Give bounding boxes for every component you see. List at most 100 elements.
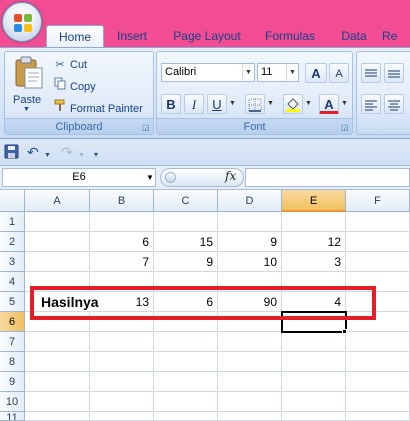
format-painter-button[interactable]: Format Painter [53,99,143,119]
cell-e2[interactable]: 12 [282,232,346,252]
row-header-1[interactable]: 1 [0,212,25,232]
cell-b7[interactable] [90,332,154,352]
font-color-button[interactable]: A [319,94,339,114]
font-name-dropdown-icon[interactable]: ▼ [242,64,254,81]
row-header-11[interactable]: 11 [0,412,25,421]
cell-d10[interactable] [218,392,282,412]
insert-function-button[interactable]: fx [225,169,236,183]
tab-formulas[interactable]: Formulas [258,25,322,47]
row-header-8[interactable]: 8 [0,352,25,372]
cut-button[interactable]: ✂ Cut [53,55,87,75]
cell-b10[interactable] [90,392,154,412]
cell-b3[interactable]: 7 [90,252,154,272]
align-middle-button[interactable] [384,63,404,83]
column-header-c[interactable]: C [154,190,218,212]
row-header-4[interactable]: 4 [0,272,25,292]
redo-dropdown-icon[interactable]: ▼ [78,148,85,164]
cell-e10[interactable] [282,392,346,412]
cell-f7[interactable] [346,332,410,352]
cell-e1[interactable] [282,212,346,232]
cell-d2[interactable]: 9 [218,232,282,252]
cell-c7[interactable] [154,332,218,352]
underline-dropdown-icon[interactable]: ▼ [229,100,236,107]
row-header-7[interactable]: 7 [0,332,25,352]
tab-data[interactable]: Data [334,25,374,47]
name-box-dropdown-icon[interactable]: ▼ [146,173,154,182]
align-top-button[interactable] [361,63,381,83]
cell-d3[interactable]: 10 [218,252,282,272]
cell-b9[interactable] [90,372,154,392]
row-header-5[interactable]: 5 [0,292,25,312]
cell-e7[interactable] [282,332,346,352]
cell-a11[interactable] [25,412,90,421]
cell-c9[interactable] [154,372,218,392]
column-header-b[interactable]: B [90,190,154,212]
formula-bar-resize-handle[interactable] [165,172,176,183]
underline-button[interactable]: U [207,94,227,114]
cell-f3[interactable] [346,252,410,272]
row-header-6[interactable]: 6 [0,312,25,332]
cell-c10[interactable] [154,392,218,412]
select-all-corner[interactable] [0,190,25,212]
column-header-d[interactable]: D [218,190,282,212]
cell-c11[interactable] [154,412,218,421]
grow-font-button[interactable]: A [305,63,327,83]
font-size-combo[interactable]: 11 ▼ [257,63,299,82]
cell-e3[interactable]: 3 [282,252,346,272]
row-header-10[interactable]: 10 [0,392,25,412]
cell-b11[interactable] [90,412,154,421]
column-header-e[interactable]: E [282,190,346,212]
column-header-f[interactable]: F [346,190,410,212]
cell-e8[interactable] [282,352,346,372]
name-box[interactable]: E6 [2,168,156,187]
column-header-a[interactable]: A [25,190,90,212]
font-size-dropdown-icon[interactable]: ▼ [286,64,298,81]
cell-f9[interactable] [346,372,410,392]
row-header-9[interactable]: 9 [0,372,25,392]
cell-d9[interactable] [218,372,282,392]
cell-c3[interactable]: 9 [154,252,218,272]
formula-input[interactable] [245,168,410,187]
undo-dropdown-icon[interactable]: ▼ [44,148,51,164]
cell-a7[interactable] [25,332,90,352]
cell-d8[interactable] [218,352,282,372]
cell-f11[interactable] [346,412,410,421]
cell-c2[interactable]: 15 [154,232,218,252]
align-center-button[interactable] [384,94,404,114]
cell-a1[interactable] [25,212,90,232]
borders-button[interactable] [245,94,265,114]
cell-d1[interactable] [218,212,282,232]
fill-color-button[interactable] [283,94,303,114]
clipboard-dialog-launcher-icon[interactable]: ◲ [142,123,151,132]
row-header-2[interactable]: 2 [0,232,25,252]
fill-handle[interactable] [342,329,347,334]
customize-qat-icon[interactable]: ▾ [94,147,98,163]
bold-button[interactable]: B [161,94,181,114]
tab-insert[interactable]: Insert [110,25,154,47]
undo-button[interactable]: ↶ [27,144,39,160]
cell-b8[interactable] [90,352,154,372]
office-button[interactable] [2,2,42,42]
row-header-3[interactable]: 3 [0,252,25,272]
cell-f1[interactable] [346,212,410,232]
cell-a3[interactable] [25,252,90,272]
save-button[interactable] [4,144,19,160]
cell-a8[interactable] [25,352,90,372]
shrink-font-button[interactable]: A [329,63,349,83]
cell-f8[interactable] [346,352,410,372]
font-dialog-launcher-icon[interactable]: ◲ [341,123,350,132]
tab-review[interactable]: Re [382,25,410,47]
align-left-button[interactable] [361,94,381,114]
cell-f10[interactable] [346,392,410,412]
cell-c8[interactable] [154,352,218,372]
cell-a9[interactable] [25,372,90,392]
borders-dropdown-icon[interactable]: ▼ [267,100,274,107]
tab-home[interactable]: Home [46,25,104,47]
redo-button[interactable]: ↷ [61,144,73,160]
cell-e9[interactable] [282,372,346,392]
cell-d11[interactable] [218,412,282,421]
cell-a10[interactable] [25,392,90,412]
cell-c1[interactable] [154,212,218,232]
cell-b2[interactable]: 6 [90,232,154,252]
font-color-dropdown-icon[interactable]: ▼ [341,100,348,107]
